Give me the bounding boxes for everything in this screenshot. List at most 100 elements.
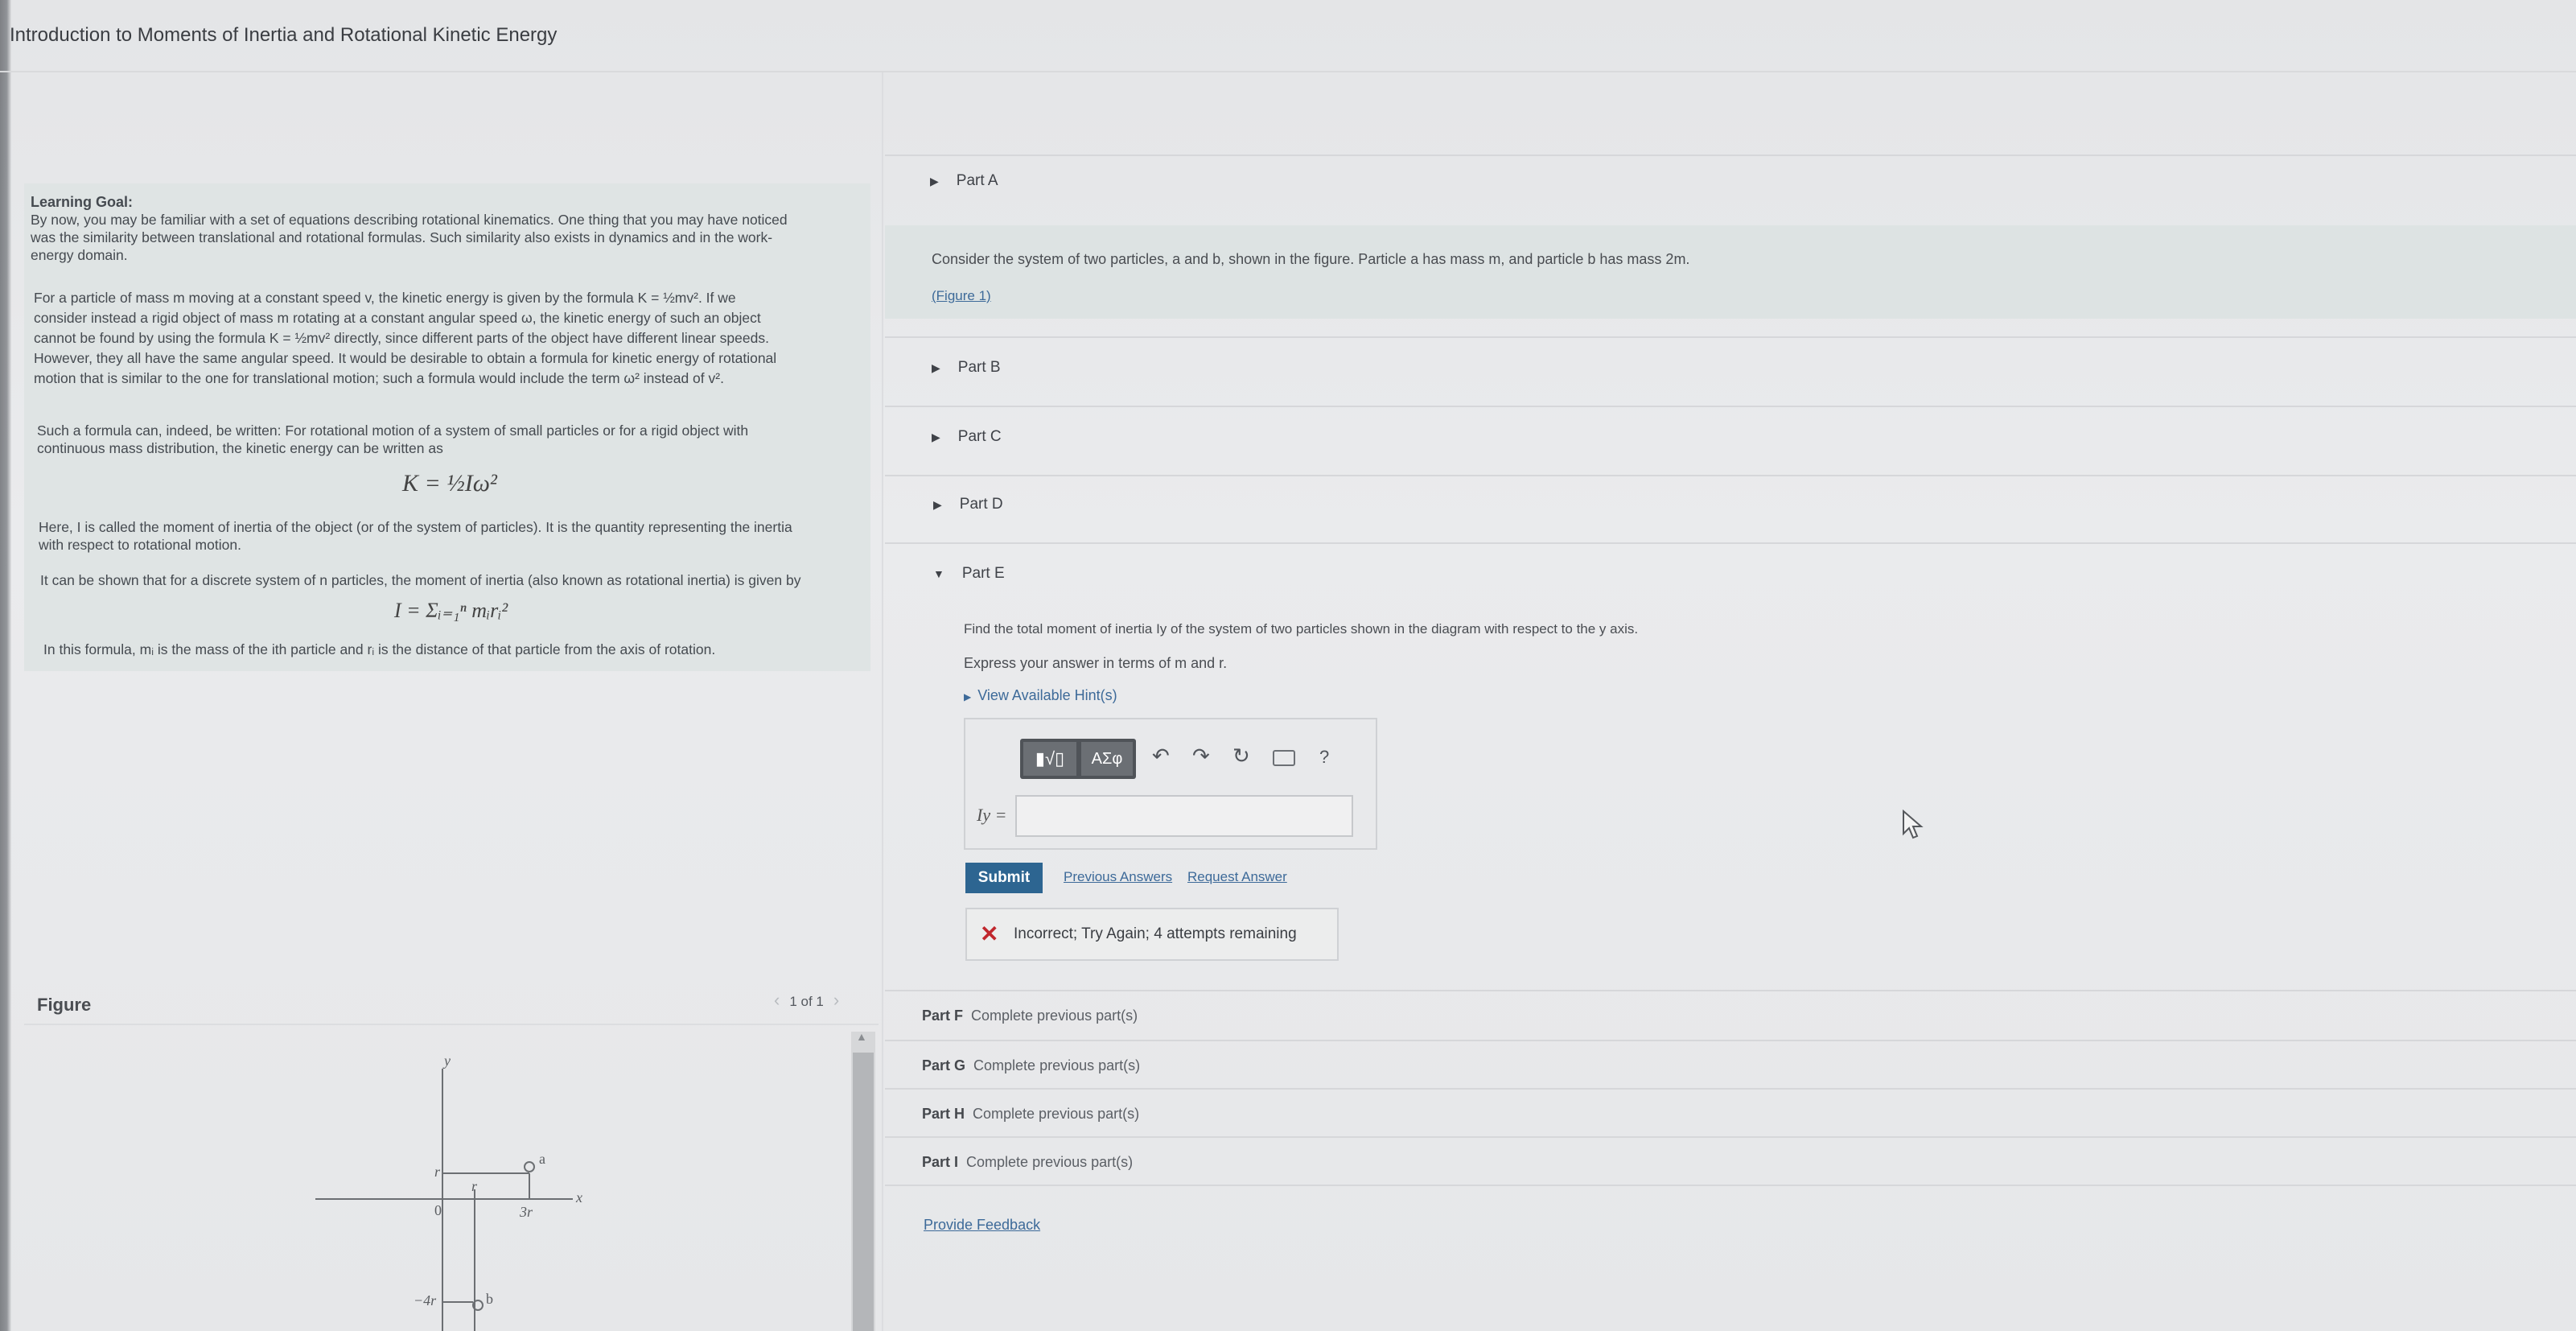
lg-p2-line: However, they all have the same angular … [34,350,777,366]
redo-icon[interactable]: ↷ [1192,744,1210,769]
answer-label: Iy = [977,805,1007,825]
lg-p3-line: continuous mass distribution, the kineti… [37,440,443,456]
lg-p1-line: was the similarity between translational… [31,229,773,245]
lg-p4-line: with respect to rotational motion. [39,537,241,553]
answer-input[interactable] [1015,795,1353,837]
part-f-label: Part F [922,1008,964,1024]
part-a-content-band [885,225,2576,319]
part-divider [885,475,2576,476]
view-hints-toggle[interactable]: ▶ View Available Hint(s) [964,687,1117,704]
learning-goal-paragraph-4: Here, I is called the moment of inertia … [39,518,867,554]
learning-goal-heading: Learning Goal: [31,194,134,210]
learning-goal-paragraph-1: By now, you may be familiar with a set o… [31,211,867,264]
templates-button[interactable]: ▮√▯ [1023,742,1076,776]
part-e-instruction: Express your answer in terms of m and r. [964,655,1228,671]
part-b-header[interactable]: ▶ Part B [932,359,1001,377]
part-e-question: Find the total moment of inertia Iy of t… [964,621,1639,637]
part-divider [885,1040,2576,1041]
feedback-text: Incorrect; Try Again; 4 attempts remaini… [1014,925,1297,942]
part-divider [885,1185,2576,1186]
submit-button[interactable]: Submit [965,863,1043,893]
lg-p2-line: For a particle of mass m moving at a con… [34,290,736,306]
part-h-status: Complete previous part(s) [973,1106,1140,1122]
scroll-up-icon[interactable]: ▲ [856,1030,867,1043]
part-divider [885,990,2576,991]
part-c-header[interactable]: ▶ Part C [932,428,1002,446]
part-a-header[interactable]: ▶ Part A [930,172,998,190]
equation-rotational-ke: K = ½Iω² [402,470,497,497]
part-i-row: Part I Complete previous part(s) [922,1154,1133,1171]
figure-divider [24,1024,879,1025]
request-answer-link[interactable]: Request Answer [1187,869,1287,885]
mouse-cursor-icon [1903,810,1924,839]
label-x-axis: x [575,1189,582,1205]
lg-p1-line: By now, you may be familiar with a set o… [31,212,788,228]
triangle-right-icon: ▶ [933,498,942,511]
part-divider [885,1088,2576,1090]
lg-p2-line: motion that is similar to the one for tr… [34,370,724,386]
part-h-label: Part H [922,1106,965,1122]
learning-goal-paragraph-2: For a particle of mass m moving at a con… [34,288,870,389]
learning-goal-paragraph-6: In this formula, mᵢ is the mass of the i… [43,641,716,657]
part-i-label: Part I [922,1154,959,1170]
view-hints-label: View Available Hint(s) [977,687,1117,703]
lg-p1-line: energy domain. [31,247,128,263]
label-minus-4r: −4r [414,1292,437,1308]
part-f-status: Complete previous part(s) [971,1008,1138,1024]
part-h-row: Part H Complete previous part(s) [922,1106,1139,1123]
figure-page-count: 1 of 1 [789,994,824,1009]
page-title: Introduction to Moments of Inertia and R… [10,24,558,46]
part-c-label: Part C [957,428,1002,445]
header-divider [0,71,2576,72]
lg-p2-line: cannot be found by using the formula K =… [34,330,769,346]
label-y-axis: y [442,1053,451,1069]
figure-label: Figure [37,995,92,1015]
triangle-right-icon: ▶ [930,175,939,187]
label-particle-a: a [539,1151,545,1167]
figure-diagram: y x r r 0 3r a b −4r [315,1053,582,1331]
triangle-right-icon: ▶ [932,361,940,374]
particle-a-dot [524,1161,535,1172]
part-divider [885,1136,2576,1138]
chevron-right-icon[interactable]: › [833,990,839,1010]
triangle-right-icon: ▶ [964,691,972,703]
part-g-row: Part G Complete previous part(s) [922,1057,1140,1074]
triangle-down-icon: ▼ [933,567,944,580]
error-x-icon: ✕ [980,921,999,946]
learning-goal-paragraph-5: It can be shown that for a discrete syst… [40,572,801,588]
provide-feedback-link[interactable]: Provide Feedback [924,1217,1040,1234]
part-a-label: Part A [956,172,998,189]
part-divider [885,542,2576,544]
part-i-status: Complete previous part(s) [966,1154,1134,1170]
label-particle-b: b [486,1291,493,1307]
keyboard-icon[interactable] [1273,750,1295,766]
figure-1-link[interactable]: (Figure 1) [932,288,991,304]
equation-moment-of-inertia: I = Σᵢ₌₁ⁿ mᵢrᵢ² [394,599,508,622]
part-a-text: Consider the system of two particles, a … [932,251,1690,267]
part-divider [885,336,2576,338]
part-g-label: Part G [922,1057,966,1073]
learning-goal-paragraph-3: Such a formula can, indeed, be written: … [37,422,866,457]
part-e-label: Part E [961,565,1005,582]
part-g-status: Complete previous part(s) [973,1057,1141,1073]
reset-icon[interactable]: ↻ [1232,744,1250,769]
part-e-header[interactable]: ▼ Part E [933,565,1005,583]
lg-p2-line: consider instead a rigid object of mass … [34,310,761,326]
figure-pager: ‹ 1 of 1 › [764,990,849,1011]
greek-symbols-button[interactable]: ΑΣφ [1081,742,1133,776]
part-d-label: Part D [959,496,1003,513]
label-r-axis: r [434,1164,441,1180]
undo-icon[interactable]: ↶ [1152,744,1170,769]
help-button[interactable]: ? [1319,747,1329,768]
chevron-left-icon[interactable]: ‹ [774,990,780,1010]
previous-answers-link[interactable]: Previous Answers [1064,869,1172,885]
window-edge-shadow [0,0,11,1331]
lg-p3-line: Such a formula can, indeed, be written: … [37,422,749,439]
figure-scrollbar-thumb[interactable] [853,1053,874,1331]
part-f-row: Part F Complete previous part(s) [922,1008,1138,1024]
part-d-header[interactable]: ▶ Part D [933,496,1003,513]
lg-p4-line: Here, I is called the moment of inertia … [39,519,792,535]
part-divider [885,406,2576,407]
label-zero: 0 [434,1202,442,1218]
column-divider [882,72,883,1331]
